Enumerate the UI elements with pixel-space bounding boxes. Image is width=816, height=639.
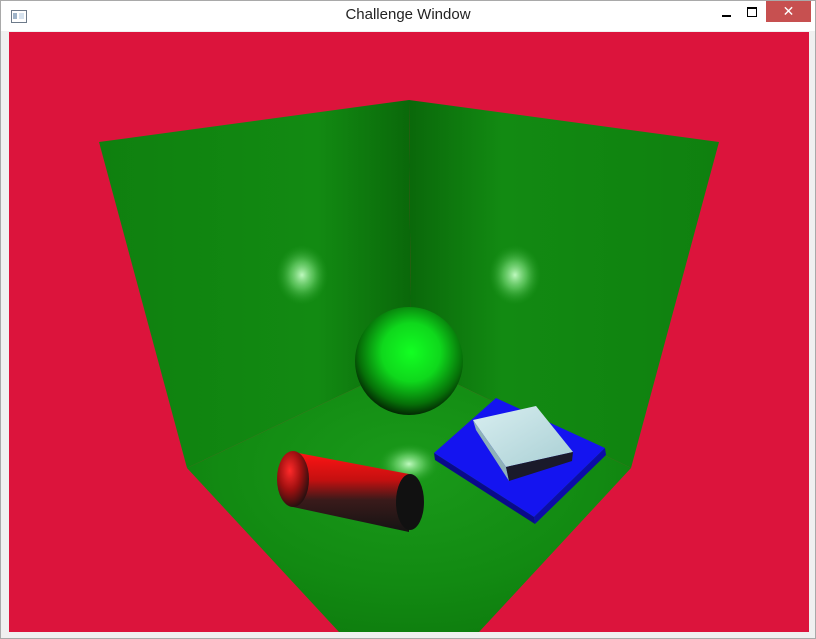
close-button[interactable]: ✕ bbox=[766, 1, 811, 22]
minimize-button[interactable] bbox=[714, 1, 738, 22]
window-title: Challenge Window bbox=[345, 6, 471, 23]
close-icon: ✕ bbox=[782, 3, 795, 19]
maximize-button[interactable] bbox=[740, 1, 764, 22]
light-spot-right bbox=[489, 245, 541, 305]
maximize-icon bbox=[747, 6, 757, 17]
scene-canvas[interactable] bbox=[9, 32, 809, 632]
title-bar[interactable]: Challenge Window ✕ bbox=[1, 1, 815, 31]
render-viewport[interactable] bbox=[9, 32, 809, 632]
light-spot-left bbox=[276, 245, 328, 305]
green-sphere[interactable] bbox=[355, 307, 463, 415]
app-window: Challenge Window ✕ bbox=[0, 0, 816, 639]
minimize-icon bbox=[721, 14, 731, 17]
